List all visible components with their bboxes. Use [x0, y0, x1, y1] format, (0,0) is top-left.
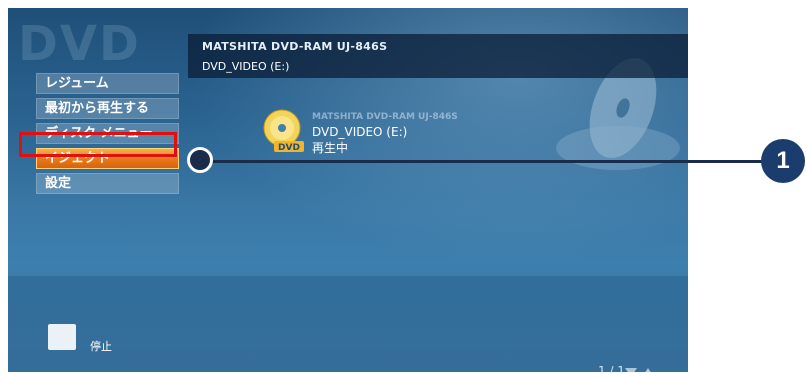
disc-drive-model: MATSHITA DVD-RAM UJ-846S: [312, 112, 458, 122]
background-title: DVD: [18, 16, 141, 72]
menu-item-resume[interactable]: レジューム: [36, 73, 179, 94]
stop-button[interactable]: [48, 324, 76, 350]
drive-model: MATSHITA DVD-RAM UJ-846S: [202, 40, 388, 53]
dvd-disc-icon: DVD: [263, 109, 304, 152]
disc-info: MATSHITA DVD-RAM UJ-846S DVD_VIDEO (E:) …: [312, 112, 458, 156]
drive-info-bar: MATSHITA DVD-RAM UJ-846S DVD_VIDEO (E:): [188, 34, 688, 78]
drive-volume: DVD_VIDEO (E:): [202, 60, 290, 73]
page-indicator: 1 / 1: [598, 364, 625, 372]
playback-status: 再生中: [312, 141, 349, 155]
eject-highlight-box: [19, 132, 177, 157]
page-up-icon[interactable]: [642, 368, 654, 372]
callout-number-badge: 1: [761, 139, 805, 183]
dvd-player-screen: DVD MATSHITA DVD-RAM UJ-846S DVD_VIDEO (…: [8, 8, 688, 372]
callout-line: [203, 160, 765, 163]
menu-item-play-from-start[interactable]: 最初から再生する: [36, 98, 179, 119]
page-down-icon[interactable]: [625, 368, 637, 372]
disc-volume-label: DVD_VIDEO (E:): [312, 125, 408, 139]
menu-item-settings[interactable]: 設定: [36, 173, 179, 194]
bottom-panel: [8, 276, 688, 372]
dvd-logo-text: DVD: [278, 143, 300, 152]
stop-label: 停止: [90, 340, 112, 353]
callout-dot: [187, 147, 213, 173]
